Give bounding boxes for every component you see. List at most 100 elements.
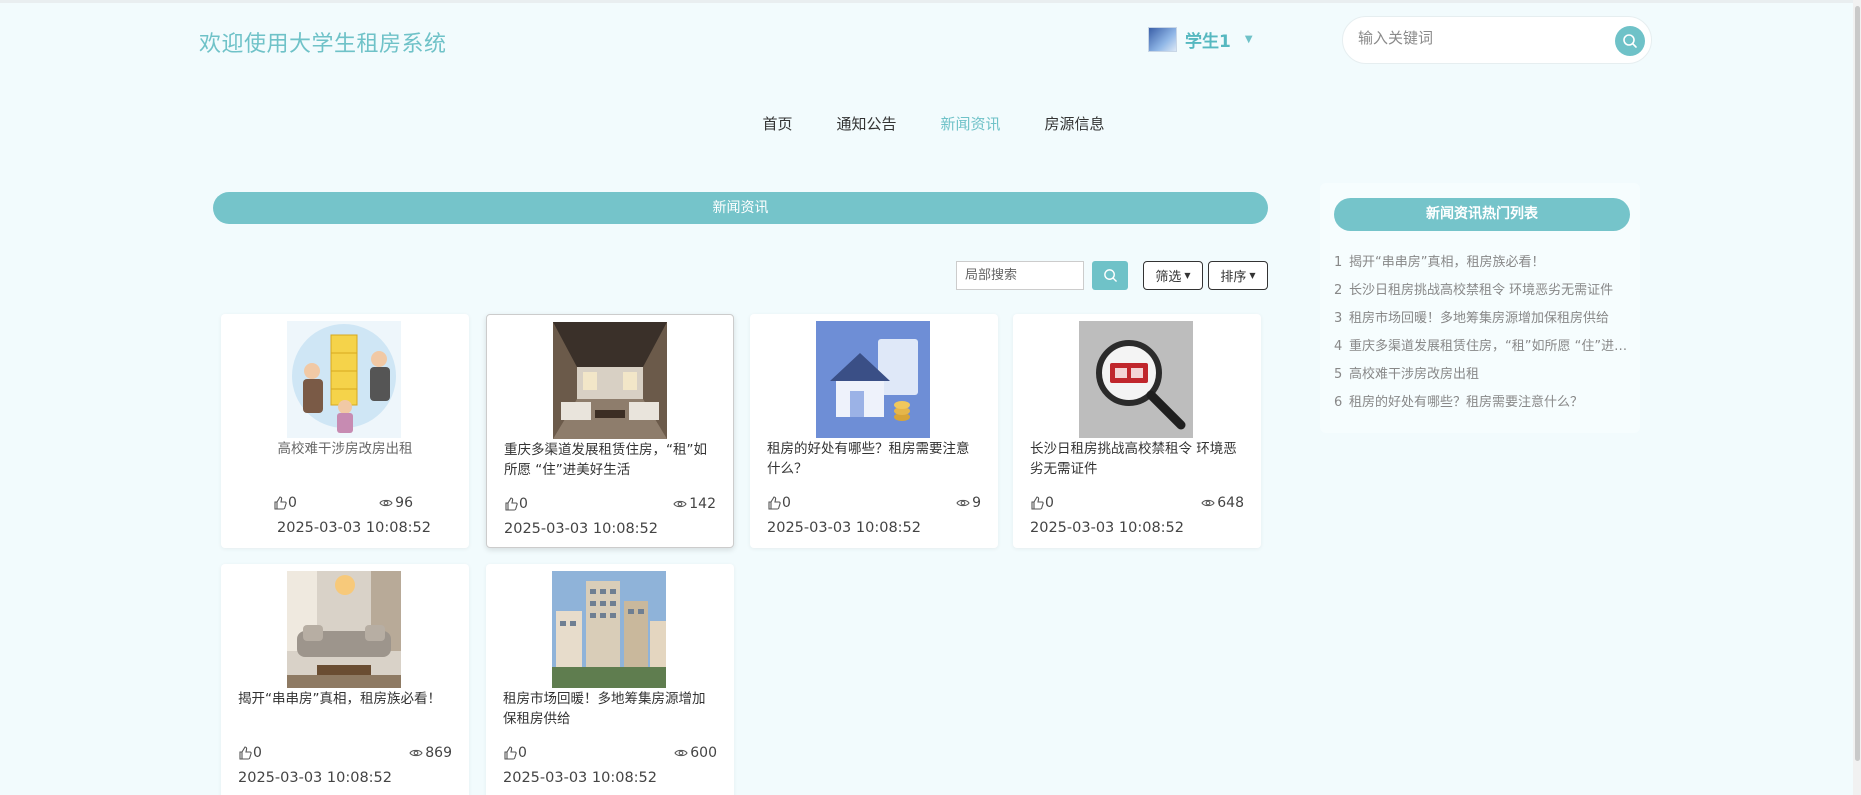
eye-icon (379, 499, 393, 507)
hot-news-item[interactable]: 1 揭开“串串房”真相，租房族必看！ (1334, 251, 1634, 279)
hot-news-item[interactable]: 6 租房的好处有哪些？租房需要注意什么？ (1334, 391, 1634, 419)
eye-icon (956, 499, 970, 507)
hot-news-item[interactable]: 2 长沙日租房挑战高校禁租令 环境恶劣无需证件 (1334, 279, 1634, 307)
news-card[interactable]: 揭开“串串房”真相，租房族必看！ 0 869 2025-03-03 10:08:… (221, 564, 469, 795)
news-thumbnail (287, 321, 401, 438)
hot-news-item[interactable]: 3 租房市场回暖！多地筹集房源增加保租房供给 (1334, 307, 1634, 335)
hot-news-label: 租房的好处有哪些？租房需要注意什么？ (1349, 395, 1584, 410)
search-icon (1623, 34, 1637, 48)
like-count[interactable]: 0 (767, 495, 791, 511)
caret-down-icon: ▼ (1244, 34, 1253, 45)
hot-news-rank: 5 (1334, 367, 1343, 382)
nav-notices[interactable]: 通知公告 (836, 113, 896, 134)
main-nav: 首页 通知公告 新闻资讯 房源信息 (0, 113, 1861, 134)
eye-icon (1201, 499, 1215, 507)
nav-listings[interactable]: 房源信息 (1045, 113, 1105, 134)
eye-icon (409, 749, 423, 757)
nav-news[interactable]: 新闻资讯 (941, 113, 1001, 134)
like-count[interactable]: 0 (1030, 495, 1054, 511)
news-card[interactable]: 租房市场回暖！多地筹集房源增加保租房供给 0 600 2025-03-03 10… (486, 564, 734, 795)
like-count-value: 0 (519, 496, 528, 512)
filter-label: 筛选 (1155, 270, 1182, 285)
like-count-value: 0 (253, 745, 262, 761)
hot-news-rank: 6 (1334, 395, 1343, 410)
view-count: 600 (674, 745, 717, 761)
hot-news-rank: 2 (1334, 283, 1343, 298)
section-title: 新闻资讯 (213, 192, 1268, 224)
view-count: 96 (379, 495, 413, 511)
hot-news-rank: 3 (1334, 311, 1343, 326)
hot-news-label: 高校难干涉房改房出租 (1349, 367, 1480, 382)
like-count[interactable]: 0 (504, 496, 528, 512)
hot-news-item[interactable]: 5 高校难干涉房改房出租 (1334, 363, 1634, 391)
eye-icon (674, 749, 688, 757)
hot-news-rank: 4 (1334, 339, 1343, 354)
like-count[interactable]: 0 (273, 495, 297, 511)
page-scrollbar-thumb[interactable] (1855, 6, 1860, 761)
view-count-value: 600 (690, 745, 717, 761)
top-border (0, 0, 1861, 3)
thumb-up-icon (505, 497, 518, 511)
user-menu[interactable]: 学生1 ▼ (1148, 27, 1253, 52)
like-count-value: 0 (782, 495, 791, 511)
news-date: 2025-03-03 10:08:52 (1030, 520, 1184, 536)
view-count: 648 (1201, 495, 1244, 511)
global-search-button[interactable] (1615, 26, 1645, 56)
filter-dropdown[interactable]: 筛选 ▼ (1143, 261, 1203, 290)
news-card[interactable]: 重庆多渠道发展租赁住房，“租”如所愿 “住”进美好生活 0 142 2025-0… (486, 314, 734, 548)
thumb-up-icon (1031, 496, 1044, 510)
news-card[interactable]: 高校难干涉房改房出租 0 96 2025-03-03 10:08:52 (221, 314, 469, 548)
news-date: 2025-03-03 10:08:52 (767, 520, 921, 536)
local-search-button[interactable] (1092, 261, 1128, 290)
news-thumbnail (1079, 321, 1193, 438)
nav-home[interactable]: 首页 (762, 113, 792, 134)
hot-news-sidebar: 新闻资讯热门列表 1 揭开“串串房”真相，租房族必看！ 2 长沙日租房挑战高校禁租令… (1320, 183, 1640, 433)
hot-news-label: 揭开“串串房”真相，租房族必看！ (1349, 255, 1545, 270)
view-count: 869 (409, 745, 452, 761)
like-count[interactable]: 0 (503, 745, 527, 761)
hot-news-rank: 1 (1334, 255, 1343, 270)
news-date: 2025-03-03 10:08:52 (504, 521, 658, 537)
like-count[interactable]: 0 (238, 745, 262, 761)
like-count-value: 0 (288, 495, 297, 511)
hot-news-title: 新闻资讯热门列表 (1334, 198, 1630, 231)
news-title: 揭开“串串房”真相，租房族必看！ (238, 691, 441, 707)
view-count-value: 9 (972, 495, 981, 511)
news-title: 重庆多渠道发展租赁住房，“租”如所愿 “住”进美好生活 (504, 442, 707, 478)
global-search-input[interactable] (1358, 29, 1588, 47)
view-count-value: 869 (425, 745, 452, 761)
news-card[interactable]: 租房的好处有哪些？租房需要注意什么？ 0 9 2025-03-03 10:08:… (750, 314, 998, 548)
news-title: 租房的好处有哪些？租房需要注意什么？ (767, 441, 970, 477)
local-search-input[interactable] (956, 261, 1084, 290)
thumb-up-icon (504, 746, 517, 760)
search-icon (1103, 269, 1117, 282)
view-count: 142 (673, 496, 716, 512)
thumb-up-icon (239, 746, 252, 760)
view-count-value: 142 (689, 496, 716, 512)
thumb-up-icon (274, 496, 287, 510)
eye-icon (673, 500, 687, 508)
like-count-value: 0 (1045, 495, 1054, 511)
news-thumbnail (287, 571, 401, 688)
news-title: 高校难干涉房改房出租 (277, 441, 413, 457)
news-thumbnail (816, 321, 930, 438)
sort-label: 排序 (1220, 270, 1247, 285)
thumb-up-icon (768, 496, 781, 510)
hot-news-label: 长沙日租房挑战高校禁租令 环境恶劣无需证件 (1349, 283, 1614, 298)
sort-dropdown[interactable]: 排序 ▼ (1208, 261, 1268, 290)
hot-news-list: 1 揭开“串串房”真相，租房族必看！ 2 长沙日租房挑战高校禁租令 环境恶劣无需证件… (1334, 251, 1634, 419)
hot-news-label: 租房市场回暖！多地筹集房源增加保租房供给 (1349, 311, 1610, 326)
news-title: 长沙日租房挑战高校禁租令 环境恶劣无需证件 (1030, 441, 1237, 477)
news-date: 2025-03-03 10:08:52 (277, 520, 431, 536)
news-thumbnail (553, 322, 667, 439)
hot-news-label: 重庆多渠道发展租赁住房，“租”如所愿 “住”进美好生活 (1349, 339, 1634, 354)
news-card[interactable]: 长沙日租房挑战高校禁租令 环境恶劣无需证件 0 648 2025-03-03 1… (1013, 314, 1261, 548)
hot-news-item[interactable]: 4 重庆多渠道发展租赁住房，“租”如所愿 “住”进美好生活 (1334, 335, 1634, 363)
news-title: 租房市场回暖！多地筹集房源增加保租房供给 (503, 691, 706, 727)
news-date: 2025-03-03 10:08:52 (503, 770, 657, 786)
caret-down-icon: ▼ (1249, 271, 1256, 280)
user-avatar (1148, 27, 1177, 52)
caret-down-icon: ▼ (1184, 271, 1191, 280)
news-date: 2025-03-03 10:08:52 (238, 770, 392, 786)
view-count: 9 (956, 495, 981, 511)
